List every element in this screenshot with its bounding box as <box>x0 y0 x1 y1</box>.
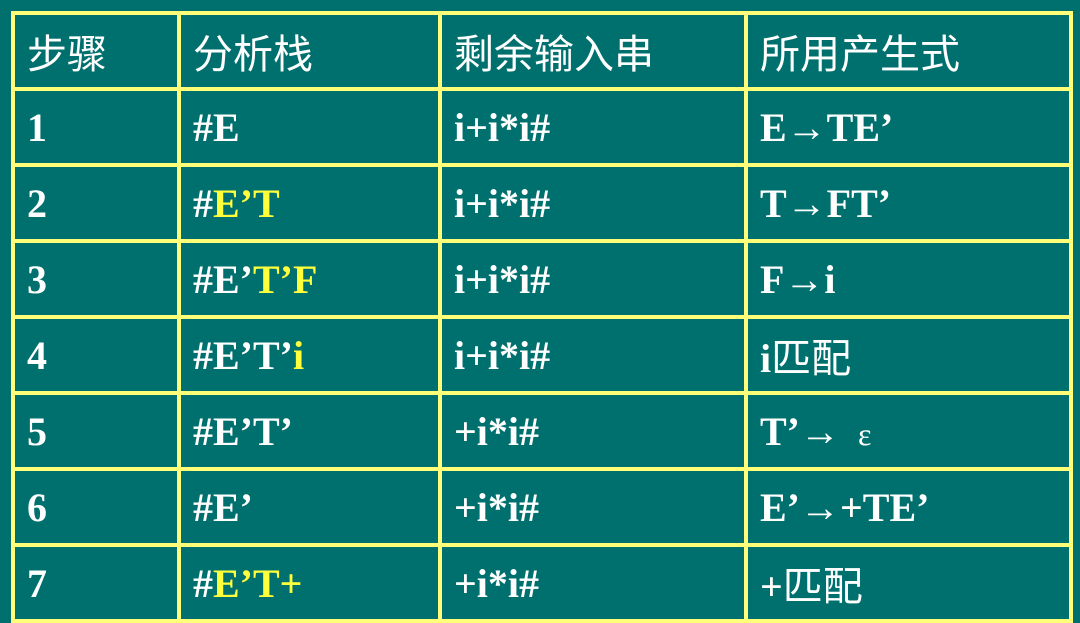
input-cell: +i*i# <box>438 467 748 547</box>
production-cell: E’→+TE’ <box>744 467 1073 547</box>
step-cell: 3 <box>11 239 181 319</box>
stack-cell: #E’T’F <box>177 239 442 319</box>
stack-plain: # <box>193 180 213 226</box>
stack-highlight: T’F <box>253 256 318 302</box>
table-row: 4 #E’T’i i+i*i# i匹配 <box>11 315 1073 395</box>
input-cell: i+i*i# <box>438 87 748 167</box>
header-remaining-input: 剩余输入串 <box>438 11 748 91</box>
table-row: 5 #E’T’ +i*i# T’→ ε <box>11 391 1073 471</box>
production-cell: E→TE’ <box>744 87 1073 167</box>
stack-cell: #E’T <box>177 163 442 243</box>
stack-plain: #E’T’ <box>193 408 293 454</box>
parsing-table: 步骤 分析栈 剩余输入串 所用产生式 1 #E i+i*i# E→TE’ 2 #… <box>11 11 1073 623</box>
header-stack: 分析栈 <box>177 11 442 91</box>
table-row: 1 #E i+i*i# E→TE’ <box>11 87 1073 167</box>
input-cell: +i*i# <box>438 543 748 623</box>
production-cell: F→i <box>744 239 1073 319</box>
table-row: 7 #E’T+ +i*i# +匹配 <box>11 543 1073 623</box>
stack-cell: #E’T’i <box>177 315 442 395</box>
header-row: 步骤 分析栈 剩余输入串 所用产生式 <box>11 11 1073 91</box>
production-cell: i匹配 <box>744 315 1073 395</box>
table-row: 2 #E’T i+i*i# T→FT’ <box>11 163 1073 243</box>
table-row: 6 #E’ +i*i# E’→+TE’ <box>11 467 1073 547</box>
production-match-text: 匹配 <box>782 564 863 610</box>
stack-plain: #E’ <box>193 484 253 530</box>
production-symbol: + <box>760 564 783 609</box>
stack-highlight: E’T <box>213 180 280 226</box>
production-cell: T’→ ε <box>744 391 1073 471</box>
step-cell: 2 <box>11 163 181 243</box>
table-row: 3 #E’T’F i+i*i# F→i <box>11 239 1073 319</box>
production-lhs: T’→ <box>760 408 840 454</box>
step-cell: 4 <box>11 315 181 395</box>
input-cell: +i*i# <box>438 391 748 471</box>
stack-highlight: i <box>293 332 305 378</box>
stack-plain: #E <box>193 104 240 150</box>
stack-highlight: E’T+ <box>213 560 303 606</box>
stack-plain: #E’T’ <box>193 332 293 378</box>
production-cell: T→FT’ <box>744 163 1073 243</box>
step-cell: 7 <box>11 543 181 623</box>
step-cell: 1 <box>11 87 181 167</box>
input-cell: i+i*i# <box>438 163 748 243</box>
production-symbol: i <box>760 336 772 381</box>
step-cell: 6 <box>11 467 181 547</box>
stack-cell: #E’T+ <box>177 543 442 623</box>
stack-cell: #E <box>177 87 442 167</box>
stack-plain: # <box>193 560 213 606</box>
input-cell: i+i*i# <box>438 315 748 395</box>
header-step: 步骤 <box>11 11 181 91</box>
production-match-text: 匹配 <box>771 336 852 382</box>
stack-plain: #E’ <box>193 256 253 302</box>
stack-cell: #E’T’ <box>177 391 442 471</box>
production-cell: +匹配 <box>744 543 1073 623</box>
step-cell: 5 <box>11 391 181 471</box>
epsilon-symbol: ε <box>858 415 872 452</box>
header-production: 所用产生式 <box>744 11 1073 91</box>
stack-cell: #E’ <box>177 467 442 547</box>
input-cell: i+i*i# <box>438 239 748 319</box>
